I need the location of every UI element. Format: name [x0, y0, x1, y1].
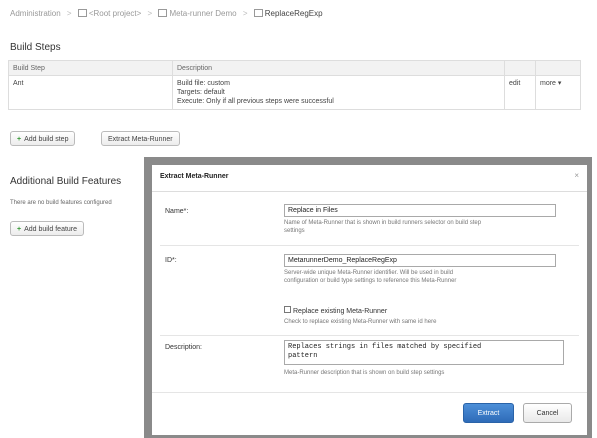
build-config-icon: [253, 9, 263, 17]
table-row[interactable]: Ant Build file: custom Targets: default …: [8, 75, 581, 110]
plus-icon: +: [17, 136, 22, 143]
breadcrumb-administration[interactable]: Administration: [10, 9, 61, 18]
breadcrumb-separator: >: [242, 9, 248, 18]
cancel-button[interactable]: Cancel: [523, 403, 572, 423]
description-label: Description:: [165, 344, 202, 351]
additional-features-title: Additional Build Features: [10, 176, 122, 187]
breadcrumb: Administration > <Root project> > Meta-r…: [10, 9, 323, 18]
plus-icon: +: [17, 226, 22, 233]
step-desc-line: Targets: default: [177, 89, 225, 96]
step-name: Ant: [8, 75, 173, 110]
step-desc-line: Execute: Only if all previous steps were…: [177, 98, 334, 105]
add-build-feature-button[interactable]: + Add build feature: [10, 221, 85, 236]
hint-line: Name of Meta-Runner that is shown in bui…: [284, 220, 482, 226]
name-field[interactable]: Replace in Files: [284, 204, 556, 217]
extract-meta-runner-dialog: Extract Meta-Runner × Name*: Replace in …: [152, 165, 587, 435]
add-build-feature-label: Add build feature: [24, 226, 78, 233]
dialog-title: Extract Meta-Runner: [160, 173, 229, 180]
no-features-text: There are no build features configured: [10, 200, 112, 206]
id-label: ID*:: [165, 257, 177, 264]
extract-meta-runner-button[interactable]: Extract Meta-Runner: [101, 131, 180, 146]
replace-hint: Check to replace existing Meta-Runner wi…: [284, 319, 437, 325]
hint-line: configuration or build type settings to …: [284, 278, 457, 284]
more-link[interactable]: more ▾: [535, 75, 581, 110]
project-icon: [158, 9, 168, 17]
dialog-divider: [152, 191, 587, 192]
row-divider: [160, 335, 579, 336]
column-header-build-step: Build Step: [8, 60, 173, 76]
description-hint: Meta-Runner description that is shown on…: [284, 370, 445, 376]
breadcrumb-current: ReplaceRegExp: [264, 9, 323, 18]
checkbox-icon[interactable]: [284, 306, 291, 313]
step-description: Build file: custom Targets: default Exec…: [172, 75, 505, 110]
step-desc-line: Build file: custom: [177, 80, 230, 87]
name-hint: Name of Meta-Runner that is shown in bui…: [284, 219, 579, 235]
breadcrumb-meta-runner-demo[interactable]: Meta-runner Demo: [169, 9, 236, 18]
edit-link[interactable]: edit: [504, 75, 536, 110]
close-icon[interactable]: ×: [574, 171, 579, 180]
row-divider: [160, 245, 579, 246]
project-icon: [77, 9, 87, 17]
replace-existing-label: Replace existing Meta-Runner: [293, 308, 388, 315]
description-field[interactable]: [284, 340, 564, 365]
add-build-step-label: Add build step: [24, 136, 69, 143]
replace-existing-checkbox[interactable]: Replace existing Meta-Runner: [284, 306, 387, 315]
breadcrumb-root-project[interactable]: <Root project>: [89, 9, 141, 18]
dialog-footer-divider: [152, 392, 587, 393]
add-build-step-button[interactable]: + Add build step: [10, 131, 76, 146]
breadcrumb-separator: >: [147, 9, 153, 18]
hint-line: settings: [284, 228, 305, 234]
id-hint: Server-wide unique Meta-Runner identifie…: [284, 269, 579, 285]
build-steps-title: Build Steps: [10, 42, 61, 53]
column-header-description: Description: [172, 60, 505, 76]
breadcrumb-separator: >: [66, 9, 72, 18]
extract-button[interactable]: Extract: [463, 403, 514, 423]
name-label: Name*:: [165, 208, 189, 215]
build-steps-table: Build Step Description Ant Build file: c…: [8, 60, 581, 110]
hint-line: Server-wide unique Meta-Runner identifie…: [284, 270, 454, 276]
id-field[interactable]: MetarunnerDemo_ReplaceRegExp: [284, 254, 556, 267]
